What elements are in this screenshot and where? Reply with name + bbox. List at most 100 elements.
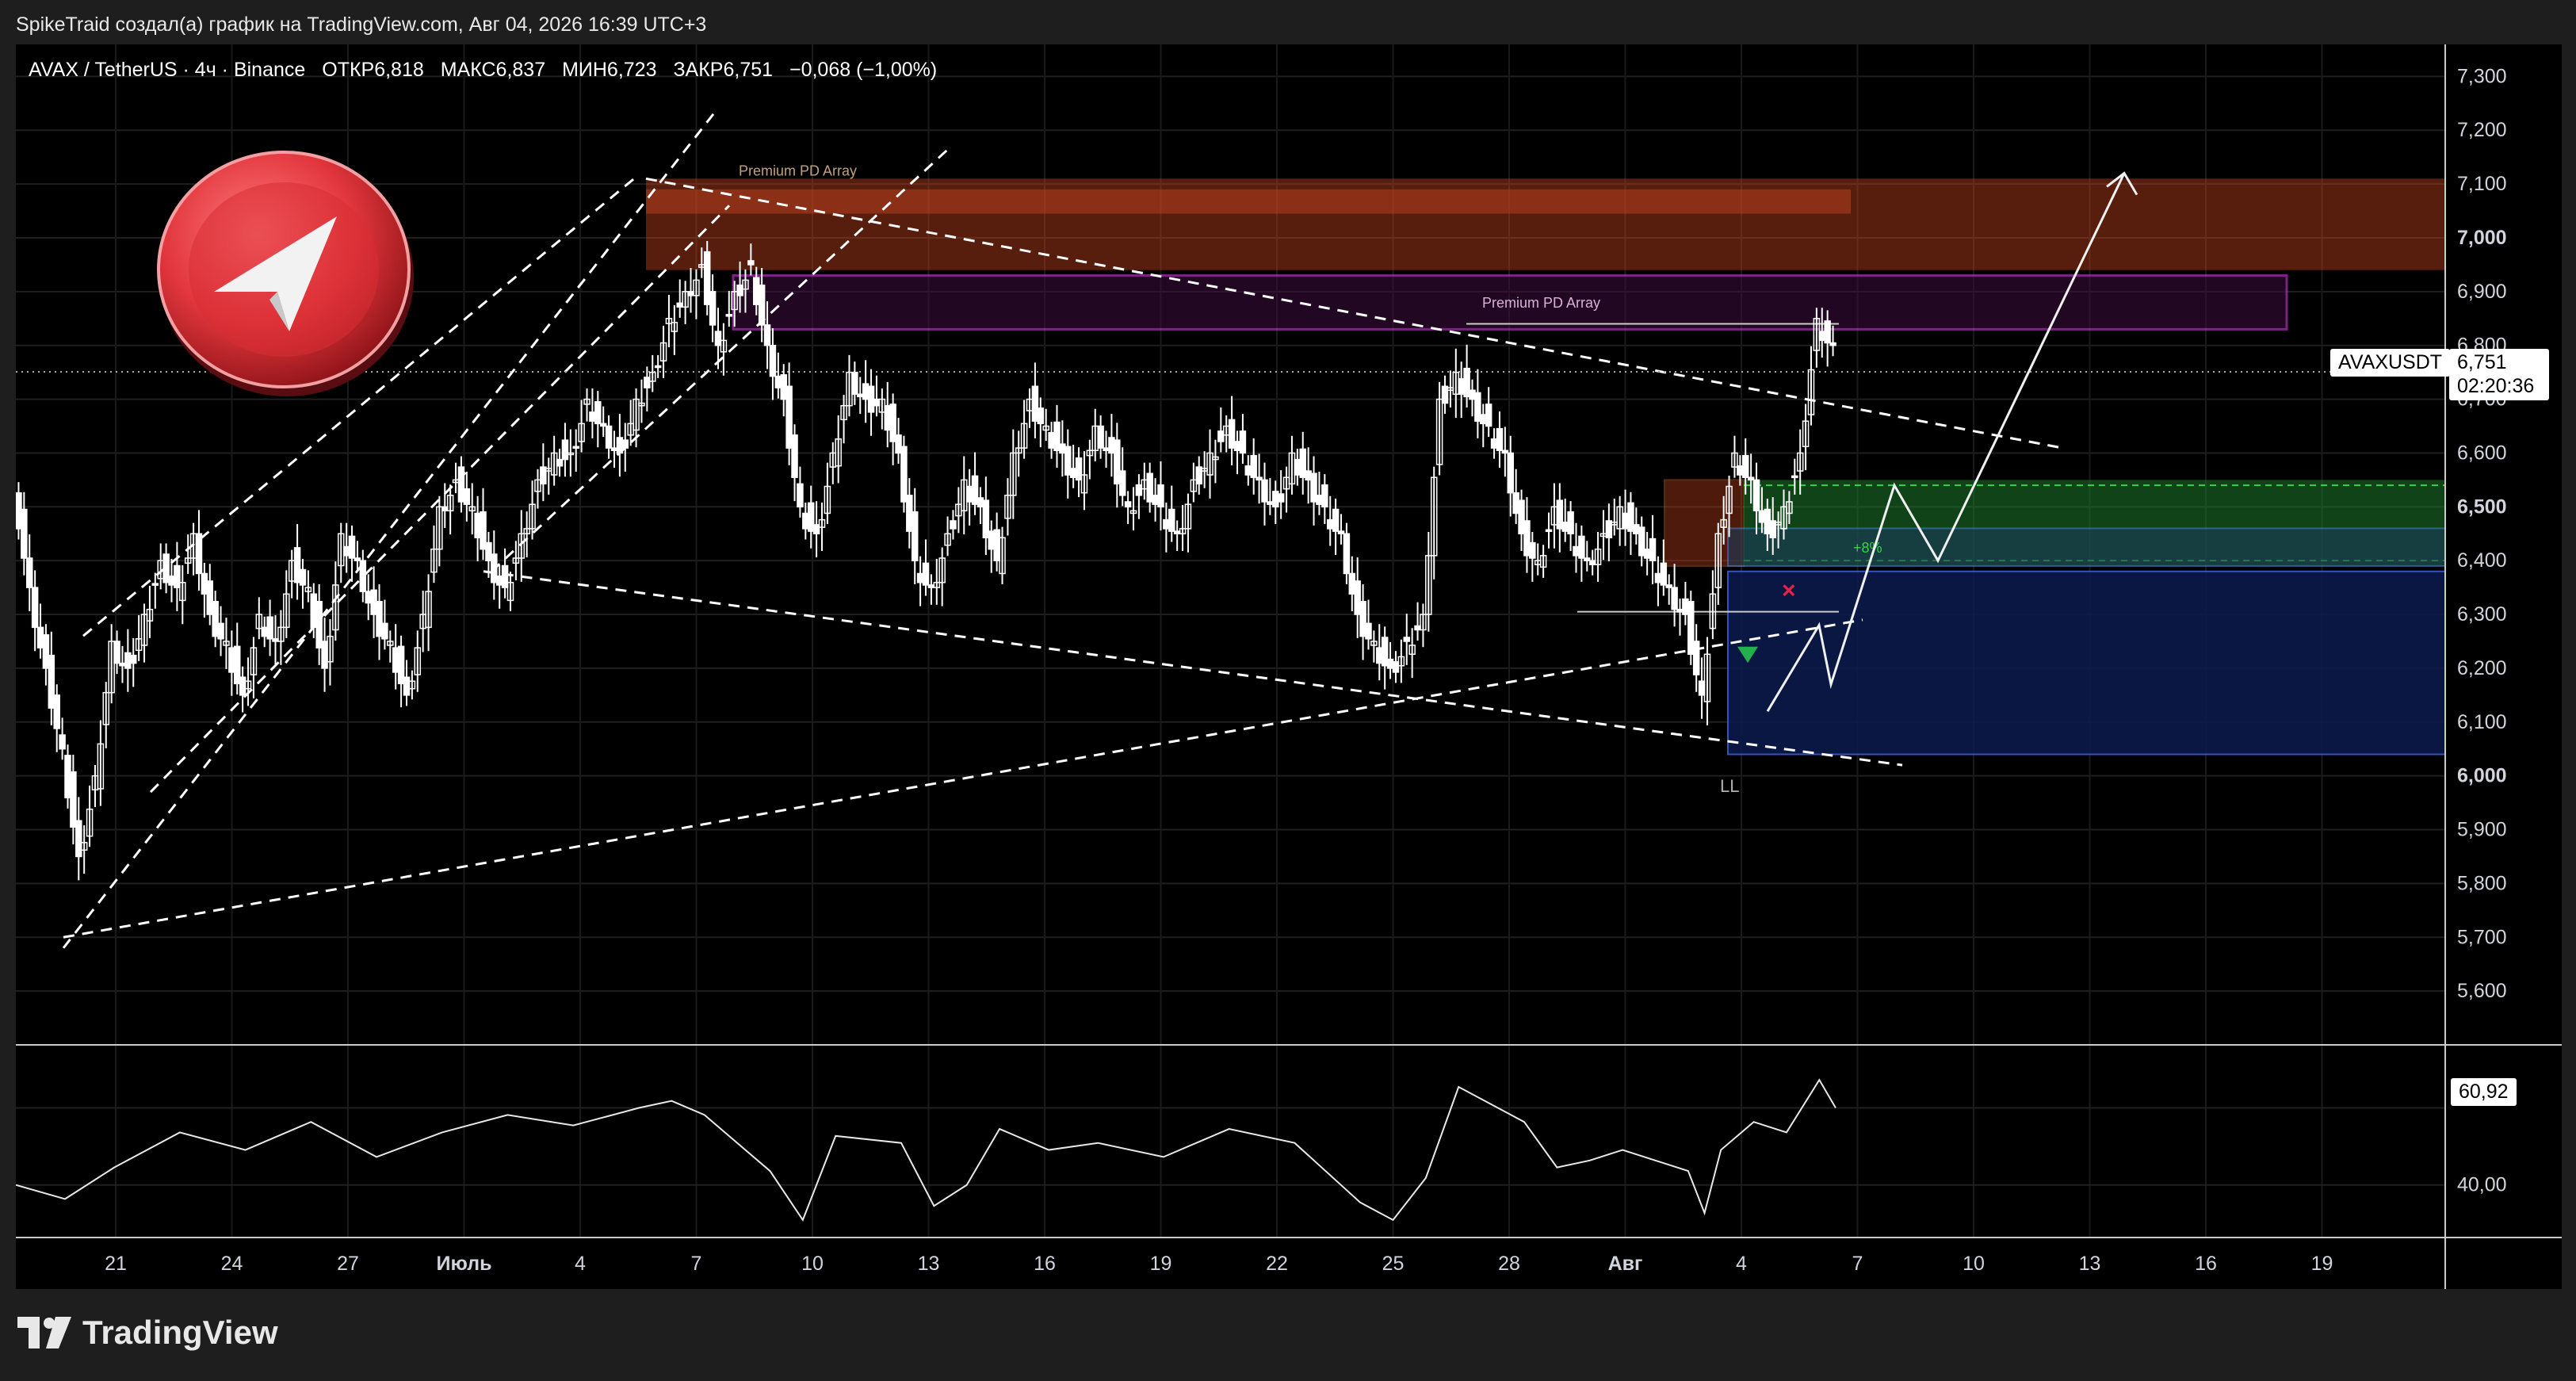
candle-body (1638, 526, 1645, 557)
candle (835, 415, 842, 484)
candle (1376, 624, 1383, 681)
price-tick-label: 6,400 (2457, 549, 2507, 572)
candle-body (1118, 470, 1126, 496)
candle (452, 462, 460, 494)
candle (1305, 447, 1312, 504)
candle (304, 570, 312, 603)
candle (392, 624, 399, 690)
candle-body (1064, 446, 1072, 476)
candle-body (1316, 495, 1323, 505)
candle (381, 599, 388, 650)
candle-body (1048, 431, 1055, 449)
candle (1501, 427, 1509, 477)
candle-body (354, 557, 361, 561)
candle (1326, 495, 1334, 546)
candle-body (342, 545, 350, 557)
candle-body (25, 557, 33, 588)
attribution-text: SpikeTraid создал(а) график на TradingVi… (16, 13, 707, 36)
candle (1622, 489, 1629, 546)
candle (900, 435, 908, 513)
candle (1567, 501, 1574, 551)
blue-thin-box (1727, 527, 2446, 567)
candle (1474, 369, 1481, 438)
candle-body (950, 520, 957, 530)
candle-body (1103, 447, 1110, 452)
candle-body (463, 488, 471, 505)
candle (195, 510, 203, 591)
candle (523, 511, 530, 558)
candle (425, 574, 432, 652)
candle-body (233, 645, 241, 685)
candle (1206, 429, 1213, 499)
candle (1550, 483, 1558, 549)
candle (944, 516, 951, 557)
candle (1321, 474, 1328, 525)
symbol-low: МИН6,723 (562, 59, 657, 81)
price-tick-label: 7,100 (2457, 173, 2507, 195)
candle-body (791, 434, 798, 478)
candle-body (1698, 680, 1706, 696)
price-tick-label: 5,900 (2457, 819, 2507, 841)
ll-label: LL (1720, 776, 1739, 796)
candle-body (540, 466, 547, 485)
candle-body (1376, 647, 1383, 664)
candle (567, 429, 575, 477)
candle-body (1791, 475, 1798, 479)
candle (1430, 466, 1438, 580)
candle (212, 591, 219, 648)
candle-body (129, 654, 137, 664)
premium-zone-inner (646, 189, 1851, 214)
candle (397, 635, 405, 708)
candle (561, 423, 569, 477)
candle-body (1392, 661, 1400, 673)
candle-body (916, 572, 924, 583)
candle (480, 488, 487, 560)
time-tick-label: 13 (2079, 1253, 2101, 1275)
candle (1228, 396, 1236, 465)
time-tick-label: 19 (1150, 1253, 1172, 1275)
candle (129, 637, 137, 687)
candle (168, 558, 175, 603)
candle (1261, 462, 1268, 526)
candle-body (703, 251, 711, 305)
candle (1703, 637, 1711, 725)
candle (1611, 498, 1619, 536)
candle-body (201, 572, 208, 595)
candle-body (556, 458, 564, 467)
tradingview-logo[interactable]: TradingView (17, 1312, 278, 1353)
candle-body (162, 553, 170, 583)
candle-body (1496, 427, 1504, 452)
candle (797, 466, 804, 518)
candle-body (965, 485, 973, 503)
candle-body (594, 400, 602, 425)
candle (769, 327, 777, 400)
candle (709, 274, 717, 342)
candle-body (1135, 484, 1143, 496)
candle (889, 393, 896, 465)
candle (97, 720, 105, 806)
candle-body (971, 475, 979, 505)
candle-body (376, 601, 383, 637)
candle (867, 369, 875, 436)
candle (135, 614, 143, 661)
candle (102, 682, 110, 748)
candle (1152, 478, 1159, 522)
candle (495, 565, 503, 609)
candle (75, 797, 82, 881)
candle-body (381, 622, 388, 640)
candle-body (1556, 499, 1564, 530)
candle-body (310, 593, 318, 629)
candle (1114, 423, 1121, 508)
candle (1633, 507, 1640, 545)
candle-body (1354, 580, 1361, 615)
candle (610, 430, 618, 468)
candle-body (977, 497, 984, 508)
candle-body (1512, 492, 1519, 515)
candle (1184, 493, 1192, 553)
candle-body (644, 377, 651, 388)
candle (1441, 375, 1449, 415)
price-tick-label: 5,700 (2457, 926, 2507, 948)
candle (370, 566, 377, 638)
candle (961, 456, 968, 535)
time-tick-label: 7 (691, 1253, 702, 1275)
